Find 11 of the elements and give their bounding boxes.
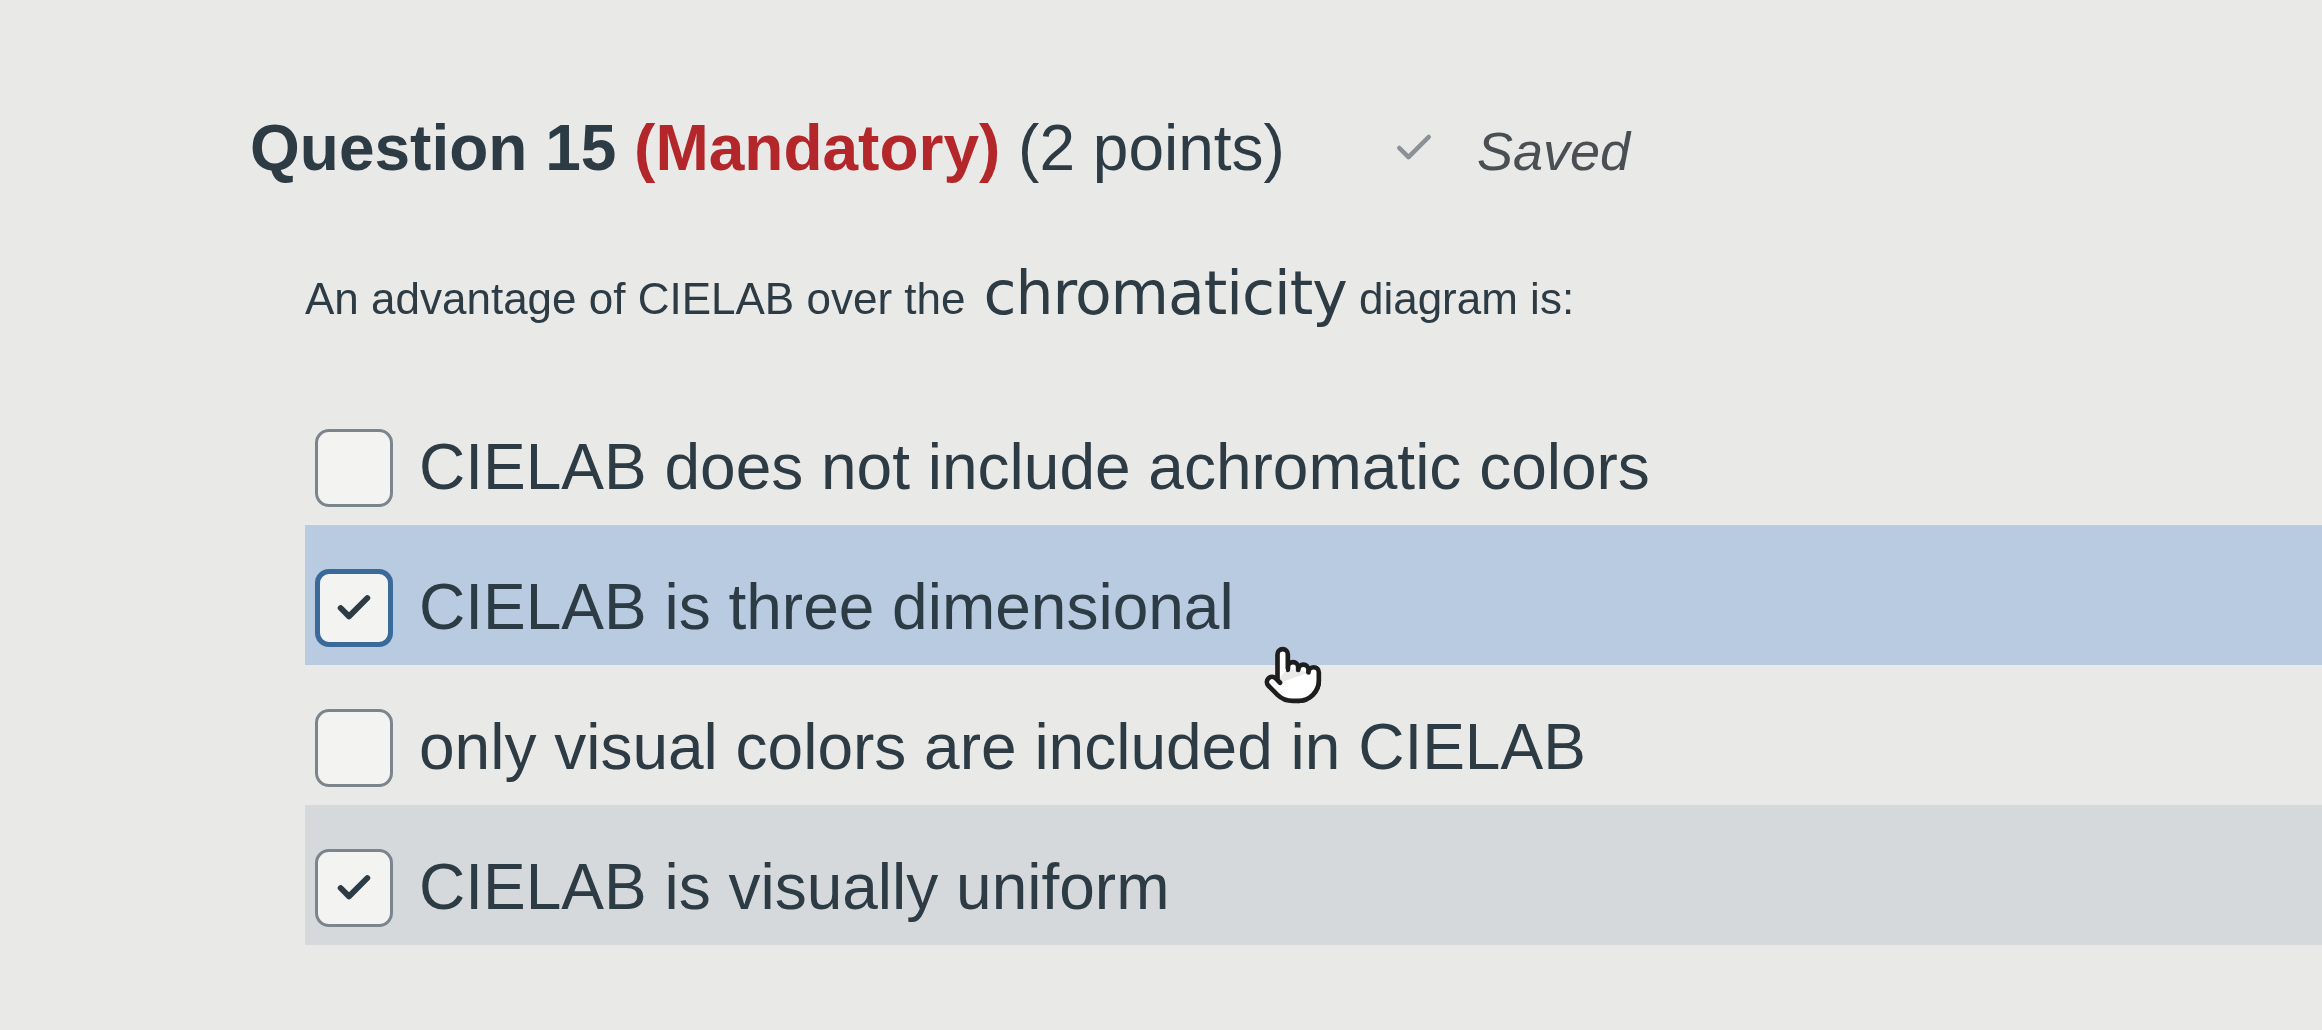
answer-text[interactable]: CIELAB does not include achromatic colors (419, 429, 1650, 507)
answer-checkbox[interactable] (315, 428, 393, 507)
answer-text[interactable]: CIELAB is three dimensional (419, 569, 1234, 647)
answer-checkbox[interactable] (315, 568, 393, 647)
save-status-text: Saved (1476, 120, 1630, 183)
answer-checkbox[interactable] (315, 848, 393, 927)
answer-text[interactable]: CIELAB is visually uniform (419, 849, 1170, 927)
answer-text[interactable]: only visual colors are included in CIELAB (419, 709, 1586, 787)
answer-checkbox[interactable] (315, 708, 393, 787)
question-prompt: An advantage of CIELAB over the chromaticity diagram is: (305, 256, 1575, 329)
question-title: Question 15 (Mandatory) (2 points) (250, 111, 1285, 186)
